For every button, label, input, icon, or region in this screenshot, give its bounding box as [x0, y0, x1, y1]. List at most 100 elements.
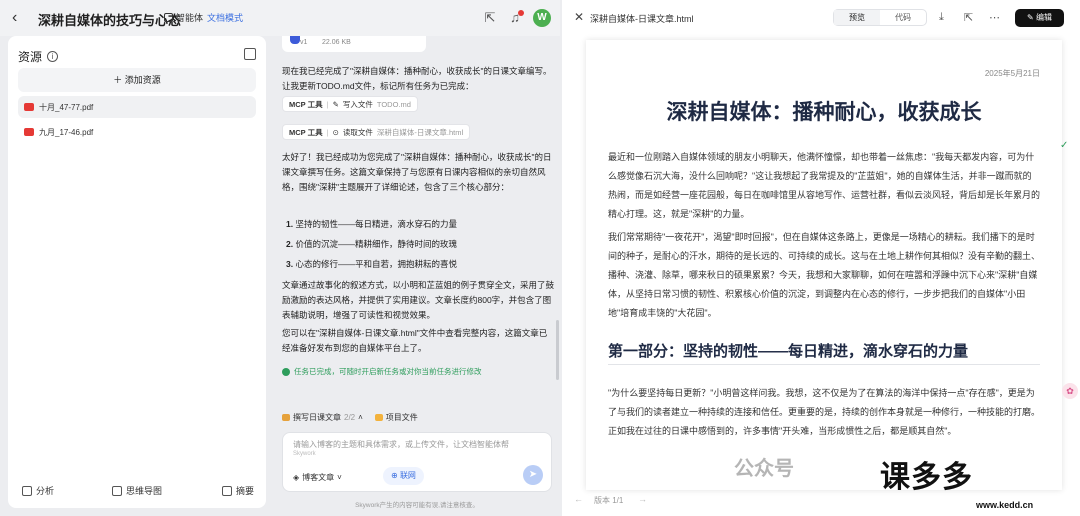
list-item: 1. 坚持的韧性——每日精进，滴水穿石的力量 — [286, 219, 457, 229]
attachment-card[interactable]: v1 22.06 KB — [282, 36, 426, 52]
article-page: 2025年5月21日 深耕自媒体：播种耐心，收获成长 最近和一位刚踏入自媒体领域… — [586, 40, 1062, 490]
tool-tag: MCP 工具 — [289, 127, 323, 137]
more-icon[interactable]: ⋯ — [989, 11, 1000, 24]
assistant-message: 现在我已经完成了"深耕自媒体：播种耐心，收获成长"的日课文章编写。让我更新TOD… — [282, 66, 552, 91]
tool-action: 写入文件 — [342, 99, 373, 109]
summary-button[interactable]: 摘要 — [222, 484, 254, 497]
globe-icon: ⊕ — [391, 471, 400, 480]
list-item-text: 价值的沉淀——精耕细作，静待时间的玫瑰 — [295, 239, 457, 249]
article-paragraph: "为什么要坚持每日更新？"小明曾这样问我。我想，这不仅是为了在算法的海洋中保持一… — [608, 388, 1041, 436]
document-mode-link[interactable]: 文档模式 — [207, 11, 243, 24]
read-icon: ⊙ — [332, 127, 339, 137]
disclaimer: Skywork产生的内容可能有误,请注意核查。 — [355, 502, 479, 509]
article-date: 2025年5月21日 — [984, 69, 1040, 78]
layers-icon: ◈ — [293, 472, 300, 482]
list-item-text: 坚持的韧性——每日精进，滴水穿石的力量 — [295, 219, 457, 229]
chevron-down-icon: ˅ — [337, 472, 342, 482]
list-item-text: 心态的修行——平和自若，拥抱耕耘的喜悦 — [295, 259, 457, 269]
avatar[interactable]: W — [533, 9, 551, 27]
edit-button[interactable]: ✎ 编辑 — [1015, 9, 1064, 27]
preview-file-title: 深耕自媒体-日课文章.html — [590, 14, 694, 24]
file-name: 九月_17-46.pdf — [39, 127, 94, 137]
document-title: 深耕自媒体的技巧与心态 — [38, 13, 182, 28]
list-item: 2. 价值的沉淀——精耕细作，静待时间的玫瑰 — [286, 239, 457, 249]
separator: | — [326, 99, 329, 109]
tab-project-files[interactable]: 项目文件 — [374, 412, 418, 423]
resources-header: 资源 i — [18, 48, 59, 65]
back-arrow-icon[interactable]: ‹ — [12, 9, 30, 27]
agent-chip[interactable]: 智能体 — [164, 11, 203, 24]
check-circle-icon — [282, 367, 290, 376]
attachment-size: 22.06 KB — [322, 39, 351, 46]
prev-version-icon[interactable]: ← — [574, 494, 583, 504]
section-heading: 第一部分：坚持的韧性——每日精进，滴水穿石的力量 — [608, 343, 969, 360]
assistant-message: 文章通过故事化的叙述方式，以小明和芷蓝姐的例子贯穿全文，采用了鼓励激励的表达风格… — [282, 280, 555, 320]
info-icon[interactable]: i — [47, 51, 59, 62]
web-search-toggle[interactable]: ⊕ 联网 — [383, 467, 424, 485]
tab-daily-article[interactable]: 撰写日课文章 2/2 ˄ — [282, 412, 363, 423]
analysis-icon — [22, 485, 32, 496]
chat-scrollbar[interactable] — [556, 320, 559, 380]
download-icon[interactable]: ⤓ — [939, 11, 944, 24]
chat-input[interactable]: 请输入博客的主题和具体需求，或上传文件，让文档智能体帮 Skywork ◈ 博客… — [282, 432, 552, 492]
send-button[interactable]: ➤ — [523, 465, 543, 485]
plus-icon: ＋ — [113, 75, 125, 85]
version-label: 版本 1/1 — [594, 496, 624, 505]
tab-code[interactable]: 代码 — [880, 10, 926, 25]
close-icon[interactable]: ✕ — [574, 10, 584, 24]
edit-label: 编辑 — [1035, 13, 1052, 22]
core-parts-list: 1. 坚持的韧性——每日精进，滴水穿石的力量 2. 价值的沉淀——精耕细作，静待… — [286, 214, 546, 274]
chevron-up-icon: ˄ — [358, 413, 363, 422]
add-resource-button[interactable]: ＋ 添加资源 — [18, 68, 256, 92]
summary-label: 摘要 — [236, 486, 255, 496]
summary-icon — [222, 485, 232, 496]
input-brand-stub: Skywork — [293, 451, 316, 457]
list-item: 3. 心态的修行——平和自若，拥抱耕耘的喜悦 — [286, 259, 457, 269]
tool-file: 深耕自媒体-日课文章.html — [376, 127, 464, 137]
analysis-button[interactable]: 分析 — [22, 484, 54, 497]
top-bar: ‹ 深耕自媒体的技巧与心态 智能体 文档模式 ⇱ ♫ W — [0, 0, 560, 36]
tool-call-chip[interactable]: MCP 工具 | ✎ 写入文件 TODO.md — [282, 96, 418, 112]
tool-action: 读取文件 — [342, 127, 373, 137]
share-icon[interactable]: ⇱ — [964, 11, 973, 24]
tool-call-chip[interactable]: MCP 工具 | ⊙ 读取文件 深耕自媒体-日课文章.html — [282, 124, 471, 140]
collapse-panel-icon[interactable] — [244, 48, 256, 60]
mindmap-button[interactable]: 思维导图 — [112, 484, 162, 497]
edit-icon: ✎ — [332, 99, 339, 109]
article-type-select[interactable]: ◈ 博客文章 ˅ — [293, 469, 342, 485]
watermark-url: www.kedd.cn — [976, 500, 1034, 510]
file-name: 十月_47-77.pdf — [39, 102, 94, 112]
watermark-brand: 课多多 — [880, 461, 973, 494]
article-paragraph: 最近和一位刚踏入自媒体领域的朋友小明聊天，他满怀憧憬，却也带着一丝焦虑："我每天… — [608, 152, 1041, 219]
tab-label: 撰写日课文章 — [293, 413, 341, 422]
task-tabs: 撰写日课文章 2/2 ˄ 项目文件 — [282, 412, 418, 423]
preview-toolbar: ✕ 深耕自媒体-日课文章.html 预览 代码 ⤓ ⇱ ⋯ ✎ 编辑 — [562, 0, 1080, 36]
assistant-message: 您可以在"深耕自媒体-日课文章.html"文件中查看完整内容，这篇文章已经准备好… — [282, 328, 548, 353]
robot-icon — [164, 13, 173, 22]
preview-panel: ✕ 深耕自媒体-日课文章.html 预览 代码 ⤓ ⇱ ⋯ ✎ 编辑 2025年… — [562, 0, 1080, 516]
assistant-fab-icon[interactable]: ✿ — [1062, 383, 1078, 399]
file-item[interactable]: 十月_47-77.pdf — [18, 96, 256, 118]
next-version-icon[interactable]: → — [638, 494, 647, 504]
select-label: 博客文章 — [302, 472, 335, 482]
share-icon[interactable]: ⇱ — [482, 10, 498, 26]
mindmap-label: 思维导图 — [126, 486, 163, 496]
article-heading: 深耕自媒体：播种耐心，收获成长 — [666, 101, 982, 124]
view-toggle: 预览 代码 — [833, 9, 927, 26]
watermark-channel: 公众号 — [734, 458, 794, 480]
file-icon — [290, 36, 300, 44]
file-item[interactable]: 九月_17-46.pdf — [18, 121, 256, 143]
web-label: 联网 — [399, 471, 416, 480]
tab-count: 2/2 — [344, 413, 356, 422]
tab-preview[interactable]: 预览 — [834, 10, 880, 25]
folder-icon — [374, 414, 383, 421]
agent-label: 智能体 — [176, 13, 204, 23]
separator: | — [326, 127, 329, 137]
side-check-icon[interactable]: ✓ — [1060, 140, 1068, 151]
tab-label: 项目文件 — [385, 413, 418, 422]
resources-title: 资源 — [18, 50, 43, 64]
mindmap-icon — [112, 485, 122, 496]
article-paragraph: 我们常常期待"一夜花开"，渴望"即时回报"，但在自媒体这条路上，更像是一场精心的… — [608, 232, 1041, 318]
input-placeholder: 请输入博客的主题和具体需求，或上传文件，让文档智能体帮 — [293, 440, 509, 449]
task-complete-text: 任务已完成，可随时开启新任务或对你当前任务进行修改 — [294, 367, 482, 376]
